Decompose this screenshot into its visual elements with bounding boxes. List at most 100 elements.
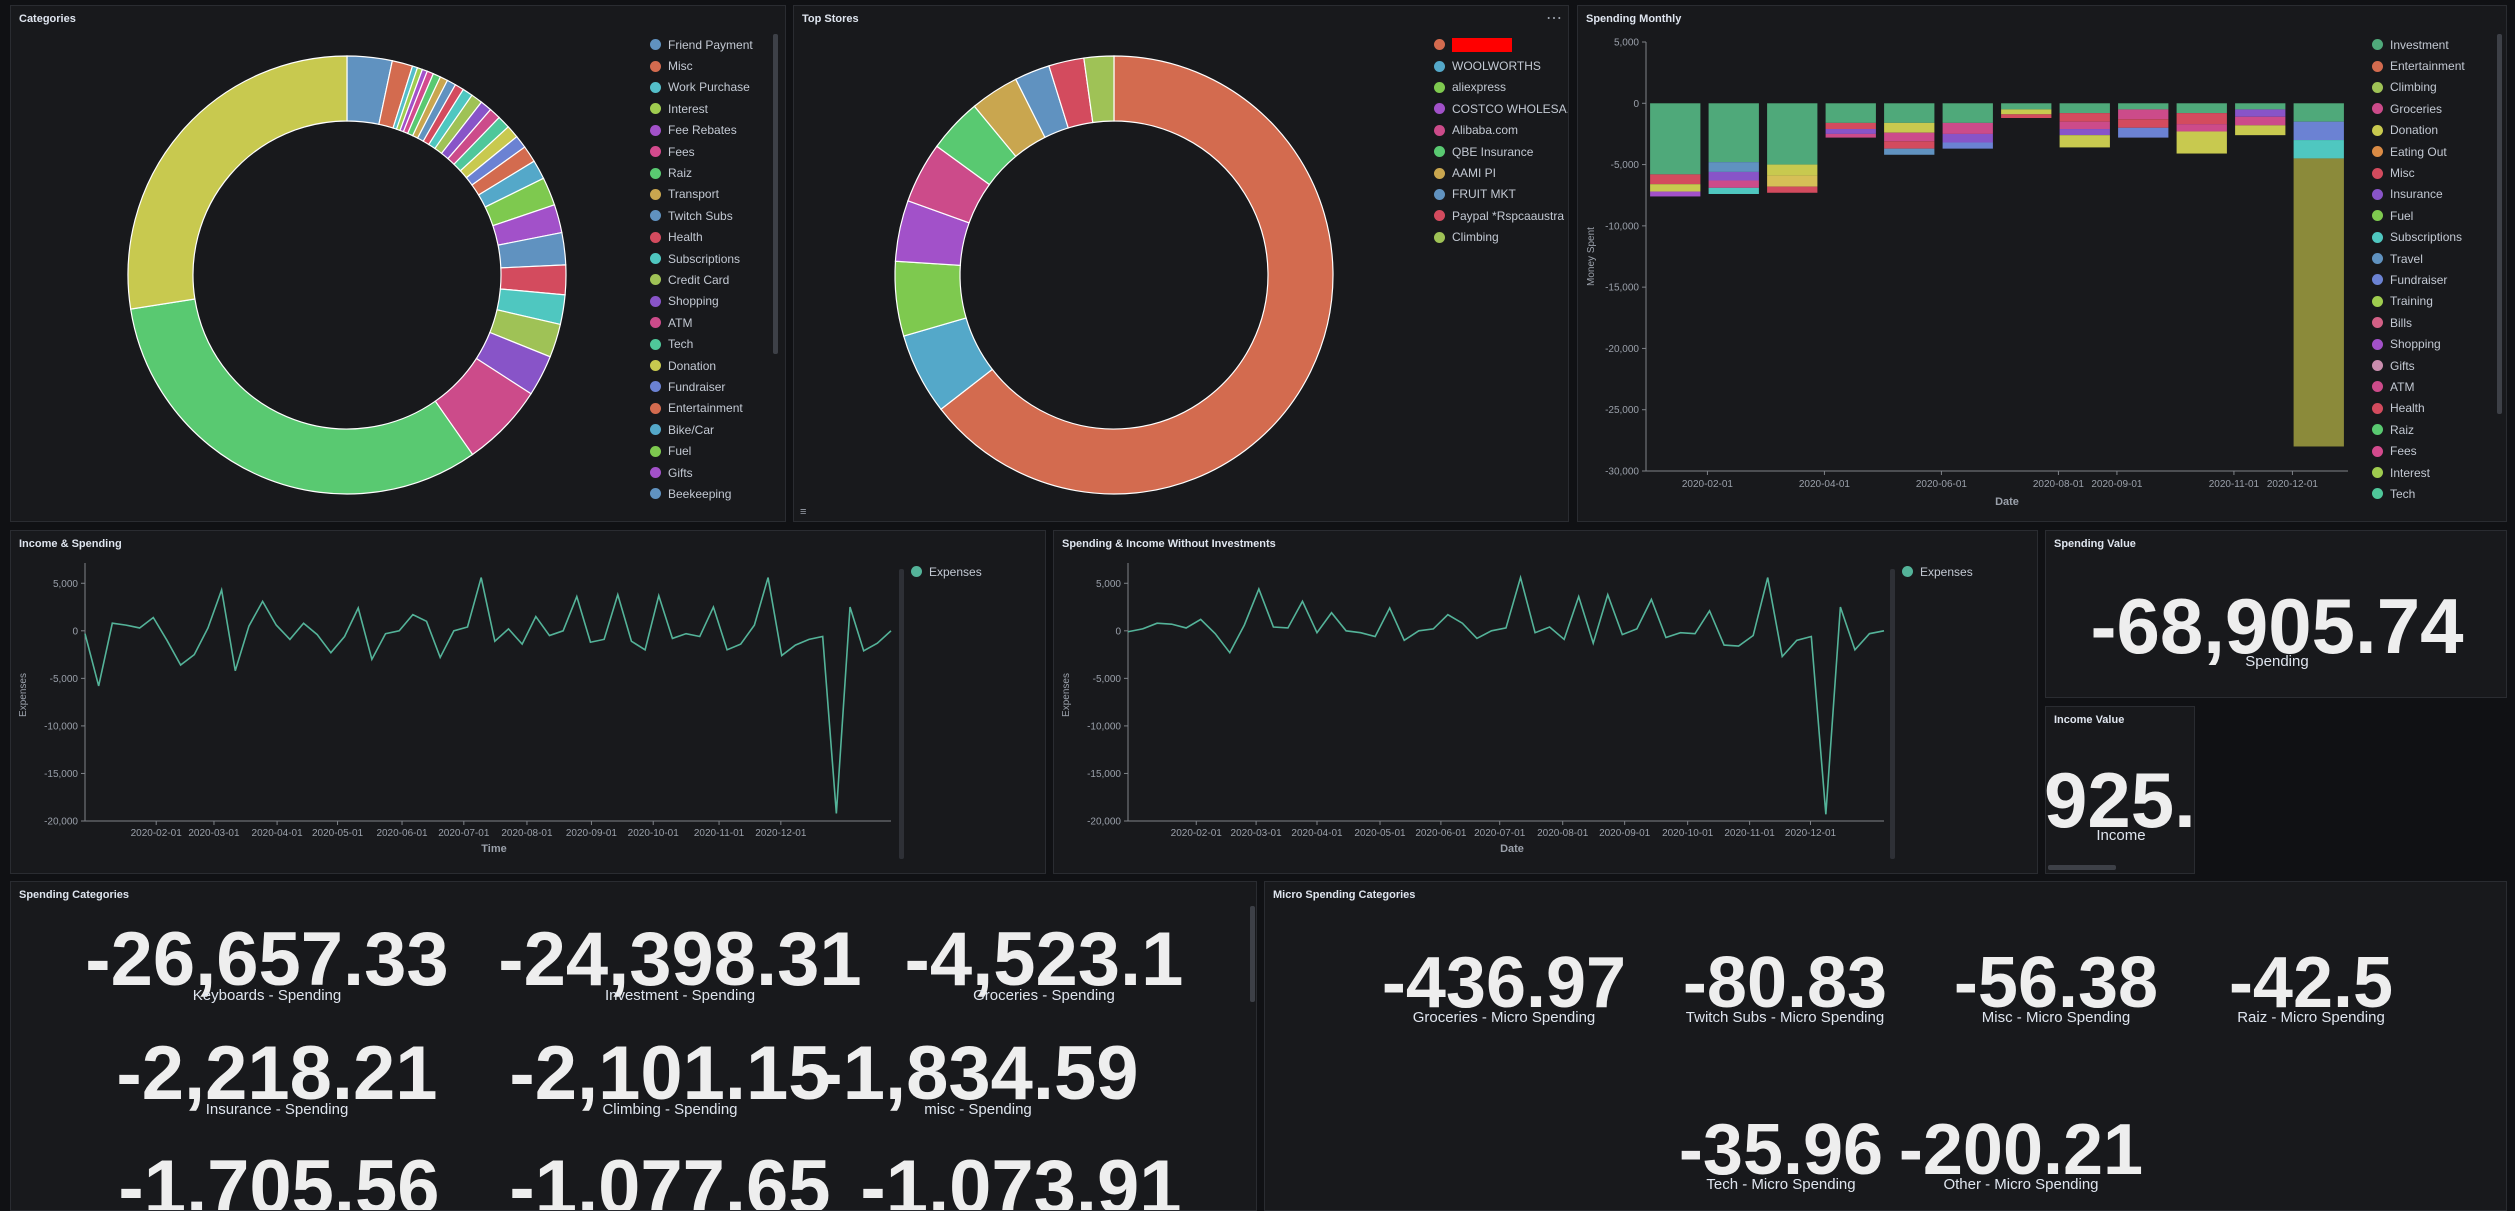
- legend-item[interactable]: Gifts: [2372, 355, 2465, 376]
- bar-segment[interactable]: [2059, 129, 2110, 136]
- bar-segment[interactable]: [2001, 109, 2052, 115]
- bar-segment[interactable]: [2118, 103, 2169, 110]
- bar-segment[interactable]: [2235, 125, 2286, 136]
- legend-item[interactable]: Gifts: [650, 462, 753, 483]
- legend-scrollbar[interactable]: [899, 569, 904, 859]
- bar-segment[interactable]: [1650, 103, 1701, 175]
- legend-item[interactable]: Tech: [2372, 483, 2465, 504]
- legend-item[interactable]: Health: [2372, 398, 2465, 419]
- bar-segment[interactable]: [2001, 114, 2052, 118]
- legend-item[interactable]: Entertainment: [650, 398, 753, 419]
- legend-item[interactable]: Fees: [650, 141, 753, 162]
- bar-segment[interactable]: [2293, 140, 2344, 159]
- bar-segment[interactable]: [2293, 103, 2344, 122]
- legend-item[interactable]: Raiz: [650, 162, 753, 183]
- bar-segment[interactable]: [1767, 186, 1818, 193]
- bar-segment[interactable]: [1708, 103, 1759, 163]
- legend-item[interactable]: Shopping: [650, 291, 753, 312]
- bar-segment[interactable]: [2059, 113, 2110, 122]
- legend-item[interactable]: Subscriptions: [650, 248, 753, 269]
- pie-slice[interactable]: [127, 55, 348, 310]
- legend-item[interactable]: aliexpress: [1434, 77, 1568, 98]
- bar-segment[interactable]: [2293, 121, 2344, 141]
- bar-segment[interactable]: [2176, 113, 2227, 125]
- legend-item[interactable]: Donation: [650, 355, 753, 376]
- bar-segment[interactable]: [2059, 135, 2110, 148]
- bar-segment[interactable]: [1884, 103, 1935, 123]
- bar-segment[interactable]: [1884, 141, 1935, 149]
- bar-segment[interactable]: [2001, 103, 2052, 110]
- bar-segment[interactable]: [2176, 103, 2227, 114]
- bar-segment[interactable]: [1825, 129, 1876, 134]
- bar-segment[interactable]: [1884, 122, 1935, 133]
- bar-segment[interactable]: [2176, 124, 2227, 132]
- legend-item[interactable]: Fundraiser: [2372, 269, 2465, 290]
- list-icon[interactable]: ≡: [800, 506, 806, 518]
- bar-segment[interactable]: [1884, 132, 1935, 142]
- legend-item[interactable]: Credit Card: [650, 269, 753, 290]
- legend-item[interactable]: Climbing: [1434, 227, 1568, 248]
- bar-segment[interactable]: [2059, 103, 2110, 114]
- bar-segment[interactable]: [1767, 103, 1818, 165]
- legend-item[interactable]: Fee Rebates: [650, 120, 753, 141]
- legend-item[interactable]: FRUIT MKT: [1434, 184, 1568, 205]
- bar-segment[interactable]: [1708, 187, 1759, 194]
- panel-scrollbar[interactable]: [1250, 906, 1255, 1002]
- legend-item[interactable]: Shopping: [2372, 333, 2465, 354]
- bar-segment[interactable]: [2176, 131, 2227, 154]
- legend-item[interactable]: Twitch Subs: [650, 205, 753, 226]
- bar-segment[interactable]: [2118, 127, 2169, 138]
- bar-segment[interactable]: [1767, 175, 1818, 187]
- legend-item[interactable]: Health: [650, 227, 753, 248]
- legend-item[interactable]: Beekeeping: [650, 483, 753, 504]
- legend-item[interactable]: Training: [2372, 291, 2465, 312]
- legend-item[interactable]: Eating Out: [2372, 141, 2465, 162]
- bar-segment[interactable]: [1708, 180, 1759, 188]
- legend-scrollbar[interactable]: [773, 34, 778, 354]
- legend-item[interactable]: AAMI PI: [1434, 162, 1568, 183]
- bar-segment[interactable]: [2293, 158, 2344, 447]
- legend-item[interactable]: Friend Payment: [650, 34, 753, 55]
- legend-item[interactable]: QBE Insurance: [1434, 141, 1568, 162]
- legend-item[interactable]: Bike/Car: [650, 419, 753, 440]
- bar-segment[interactable]: [2118, 109, 2169, 120]
- legend-item[interactable]: COSTCO WHOLESA...: [1434, 98, 1568, 119]
- legend-item[interactable]: Interest: [2372, 462, 2465, 483]
- bar-segment[interactable]: [2235, 109, 2286, 117]
- bar-segment[interactable]: [1650, 174, 1701, 185]
- bar-segment[interactable]: [1650, 184, 1701, 192]
- horizontal-scrollbar[interactable]: [2048, 865, 2116, 870]
- legend-item[interactable]: Entertainment: [2372, 55, 2465, 76]
- bar-segment[interactable]: [1884, 148, 1935, 155]
- legend-item[interactable]: WOOLWORTHS: [1434, 55, 1568, 76]
- legend-item[interactable]: Fuel: [2372, 205, 2465, 226]
- legend-item[interactable]: Travel: [2372, 248, 2465, 269]
- legend-item[interactable]: Raiz: [2372, 419, 2465, 440]
- legend-item[interactable]: Bills: [2372, 312, 2465, 333]
- legend-scrollbar[interactable]: [1890, 569, 1895, 859]
- legend-item[interactable]: Insurance: [2372, 184, 2465, 205]
- legend-item[interactable]: Work Purchase: [650, 77, 753, 98]
- bar-segment[interactable]: [2235, 103, 2286, 110]
- bar-segment[interactable]: [1942, 122, 1993, 134]
- legend-item[interactable]: Tech: [650, 333, 753, 354]
- legend-item[interactable]: Paypal *Rspcaaustra: [1434, 205, 1568, 226]
- legend-item[interactable]: Fuel: [650, 440, 753, 461]
- legend-item[interactable]: Investment: [2372, 34, 2465, 55]
- expenses-line[interactable]: [1127, 574, 1885, 815]
- legend-item[interactable]: Climbing: [2372, 77, 2465, 98]
- legend-label[interactable]: Expenses: [1920, 565, 1973, 579]
- legend-item[interactable]: ATM: [2372, 376, 2465, 397]
- bar-segment[interactable]: [2059, 121, 2110, 130]
- legend-label[interactable]: Expenses: [929, 565, 982, 579]
- bar-segment[interactable]: [1825, 122, 1876, 130]
- bar-segment[interactable]: [1708, 171, 1759, 181]
- legend-item[interactable]: Groceries: [2372, 98, 2465, 119]
- bar-segment[interactable]: [1825, 133, 1876, 138]
- bar-segment[interactable]: [1650, 191, 1701, 197]
- bar-segment[interactable]: [1708, 162, 1759, 172]
- legend-item[interactable]: Donation: [2372, 120, 2465, 141]
- legend-item[interactable]: Transport: [650, 184, 753, 205]
- legend-item[interactable]: Misc: [2372, 162, 2465, 183]
- legend-scrollbar[interactable]: [2497, 34, 2502, 414]
